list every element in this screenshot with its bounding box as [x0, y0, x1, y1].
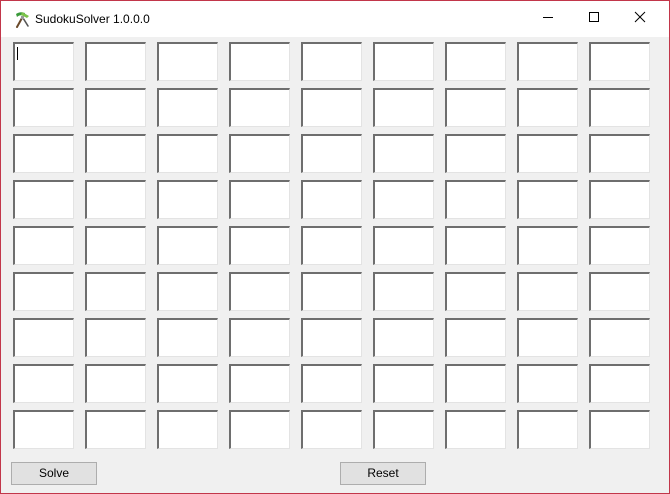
cell-r4-c5[interactable] — [301, 180, 362, 219]
cell-r4-c6[interactable] — [373, 180, 434, 219]
cell-r2-c1[interactable] — [13, 88, 74, 127]
cell-r5-c6[interactable] — [373, 226, 434, 265]
cell-r5-c2[interactable] — [85, 226, 146, 265]
cell-r4-c3[interactable] — [157, 180, 218, 219]
maximize-button[interactable] — [571, 1, 617, 37]
minimize-icon — [542, 10, 554, 28]
cell-r7-c5[interactable] — [301, 318, 362, 357]
cell-r2-c2[interactable] — [85, 88, 146, 127]
close-icon — [634, 10, 646, 28]
cell-r1-c7[interactable] — [445, 42, 506, 81]
cell-r2-c6[interactable] — [373, 88, 434, 127]
cell-r2-c8[interactable] — [517, 88, 578, 127]
cell-r6-c5[interactable] — [301, 272, 362, 311]
cell-r9-c4[interactable] — [229, 410, 290, 449]
cell-r6-c8[interactable] — [517, 272, 578, 311]
cell-r9-c3[interactable] — [157, 410, 218, 449]
close-button[interactable] — [617, 1, 663, 37]
cell-r6-c2[interactable] — [85, 272, 146, 311]
cell-r5-c3[interactable] — [157, 226, 218, 265]
cell-r8-c8[interactable] — [517, 364, 578, 403]
cell-r9-c9[interactable] — [589, 410, 650, 449]
cell-r8-c2[interactable] — [85, 364, 146, 403]
cell-r2-c5[interactable] — [301, 88, 362, 127]
cell-r7-c7[interactable] — [445, 318, 506, 357]
cell-r7-c6[interactable] — [373, 318, 434, 357]
cell-r3-c9[interactable] — [589, 134, 650, 173]
cell-r5-c7[interactable] — [445, 226, 506, 265]
cell-r2-c7[interactable] — [445, 88, 506, 127]
cell-r8-c5[interactable] — [301, 364, 362, 403]
app-window: SudokuSolver 1.0.0.0 Solve Reset — [0, 0, 670, 494]
tool-icon — [13, 10, 31, 28]
cell-r8-c4[interactable] — [229, 364, 290, 403]
cell-r3-c7[interactable] — [445, 134, 506, 173]
cell-r4-c1[interactable] — [13, 180, 74, 219]
cell-r1-c3[interactable] — [157, 42, 218, 81]
cell-r3-c3[interactable] — [157, 134, 218, 173]
solve-button[interactable]: Solve — [11, 462, 97, 485]
cell-r4-c8[interactable] — [517, 180, 578, 219]
cell-r8-c1[interactable] — [13, 364, 74, 403]
cell-r6-c9[interactable] — [589, 272, 650, 311]
cell-r8-c7[interactable] — [445, 364, 506, 403]
cell-r7-c1[interactable] — [13, 318, 74, 357]
cell-r6-c6[interactable] — [373, 272, 434, 311]
cell-r9-c7[interactable] — [445, 410, 506, 449]
minimize-button[interactable] — [525, 1, 571, 37]
title-bar[interactable]: SudokuSolver 1.0.0.0 — [1, 1, 669, 37]
cell-r3-c2[interactable] — [85, 134, 146, 173]
cell-r4-c9[interactable] — [589, 180, 650, 219]
cell-r3-c6[interactable] — [373, 134, 434, 173]
cell-r6-c1[interactable] — [13, 272, 74, 311]
cell-r7-c3[interactable] — [157, 318, 218, 357]
cell-r5-c5[interactable] — [301, 226, 362, 265]
cell-r9-c8[interactable] — [517, 410, 578, 449]
cell-r4-c2[interactable] — [85, 180, 146, 219]
cell-r2-c9[interactable] — [589, 88, 650, 127]
cell-r1-c4[interactable] — [229, 42, 290, 81]
cell-r6-c7[interactable] — [445, 272, 506, 311]
cell-r3-c1[interactable] — [13, 134, 74, 173]
cell-r4-c7[interactable] — [445, 180, 506, 219]
cell-r8-c9[interactable] — [589, 364, 650, 403]
cell-r9-c1[interactable] — [13, 410, 74, 449]
cell-r2-c3[interactable] — [157, 88, 218, 127]
cell-r7-c8[interactable] — [517, 318, 578, 357]
cell-r6-c3[interactable] — [157, 272, 218, 311]
cell-r5-c4[interactable] — [229, 226, 290, 265]
cell-r5-c1[interactable] — [13, 226, 74, 265]
window-title: SudokuSolver 1.0.0.0 — [35, 12, 150, 26]
cell-r1-c5[interactable] — [301, 42, 362, 81]
cell-r3-c8[interactable] — [517, 134, 578, 173]
cell-r8-c6[interactable] — [373, 364, 434, 403]
cell-r2-c4[interactable] — [229, 88, 290, 127]
cell-r8-c3[interactable] — [157, 364, 218, 403]
cell-r1-c1[interactable] — [13, 42, 74, 81]
cell-r7-c4[interactable] — [229, 318, 290, 357]
maximize-icon — [588, 10, 600, 28]
cell-r5-c9[interactable] — [589, 226, 650, 265]
cell-r1-c9[interactable] — [589, 42, 650, 81]
reset-button[interactable]: Reset — [340, 462, 426, 485]
cell-r1-c6[interactable] — [373, 42, 434, 81]
cell-r9-c2[interactable] — [85, 410, 146, 449]
cell-r1-c8[interactable] — [517, 42, 578, 81]
cell-r9-c6[interactable] — [373, 410, 434, 449]
cell-r9-c5[interactable] — [301, 410, 362, 449]
cell-r3-c4[interactable] — [229, 134, 290, 173]
cell-r1-c2[interactable] — [85, 42, 146, 81]
cell-r6-c4[interactable] — [229, 272, 290, 311]
cell-r7-c2[interactable] — [85, 318, 146, 357]
cell-r4-c4[interactable] — [229, 180, 290, 219]
cell-r3-c5[interactable] — [301, 134, 362, 173]
cell-r7-c9[interactable] — [589, 318, 650, 357]
text-cursor — [17, 47, 18, 60]
cell-r5-c8[interactable] — [517, 226, 578, 265]
